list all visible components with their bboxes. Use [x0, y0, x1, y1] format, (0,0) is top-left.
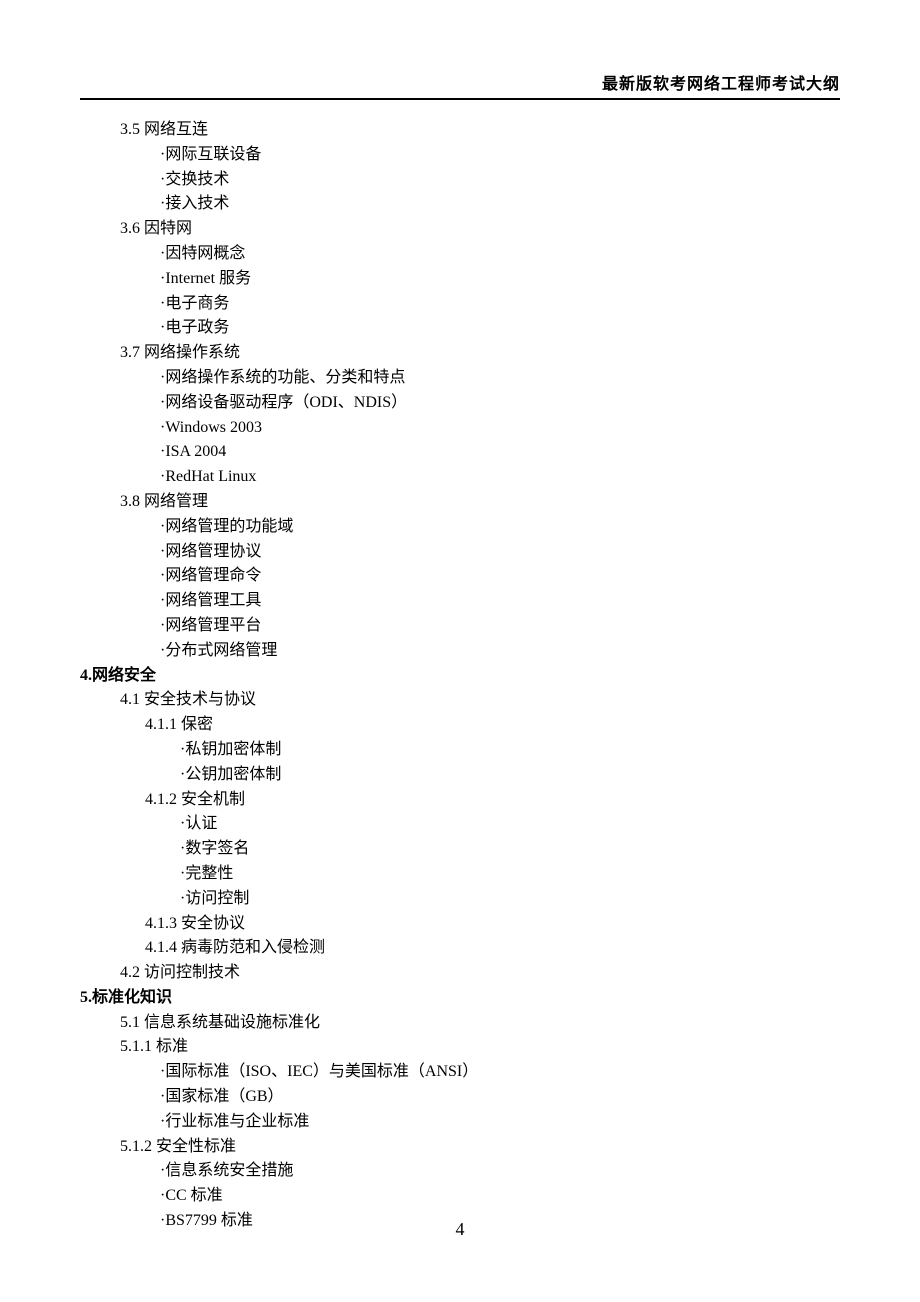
- outline-line: ·网络管理协议: [80, 540, 840, 565]
- outline-line: ·接入技术: [80, 192, 840, 217]
- outline-line: ·公钥加密体制: [80, 763, 840, 788]
- outline-line: 4.1.4 病毒防范和入侵检测: [80, 936, 840, 961]
- outline-line: ·分布式网络管理: [80, 639, 840, 664]
- outline-line: ·Windows 2003: [80, 416, 840, 441]
- outline-line: ·网络管理命令: [80, 564, 840, 589]
- outline-line: 4.1.1 保密: [80, 713, 840, 738]
- outline-line: ·网络管理的功能域: [80, 515, 840, 540]
- outline-line: ·Internet 服务: [80, 267, 840, 292]
- page-header-title: 最新版软考网络工程师考试大纲: [80, 70, 840, 100]
- outline-line: 5.1.1 标准: [80, 1035, 840, 1060]
- outline-line: ·RedHat Linux: [80, 465, 840, 490]
- page-number: 4: [0, 1219, 920, 1240]
- outline-content: 3.5 网络互连·网际互联设备·交换技术·接入技术3.6 因特网·因特网概念·I…: [80, 118, 840, 1234]
- document-page: 最新版软考网络工程师考试大纲 3.5 网络互连·网际互联设备·交换技术·接入技术…: [0, 0, 920, 1274]
- outline-line: ·国家标准（GB）: [80, 1085, 840, 1110]
- outline-line: ·电子商务: [80, 292, 840, 317]
- outline-line: 4.1.2 安全机制: [80, 788, 840, 813]
- outline-line: 5.1 信息系统基础设施标准化: [80, 1011, 840, 1036]
- outline-line: ·CC 标准: [80, 1184, 840, 1209]
- outline-line: 5.1.2 安全性标准: [80, 1135, 840, 1160]
- outline-line: ·访问控制: [80, 887, 840, 912]
- outline-line: ·认证: [80, 812, 840, 837]
- outline-line: 4.1 安全技术与协议: [80, 688, 840, 713]
- outline-line: ·数字签名: [80, 837, 840, 862]
- outline-line: 3.5 网络互连: [80, 118, 840, 143]
- outline-line: ·因特网概念: [80, 242, 840, 267]
- outline-line: ·ISA 2004: [80, 440, 840, 465]
- outline-line: ·行业标准与企业标准: [80, 1110, 840, 1135]
- outline-line: ·网际互联设备: [80, 143, 840, 168]
- outline-line: 4.2 访问控制技术: [80, 961, 840, 986]
- outline-line: ·网络操作系统的功能、分类和特点: [80, 366, 840, 391]
- outline-line: ·完整性: [80, 862, 840, 887]
- outline-line: 3.7 网络操作系统: [80, 341, 840, 366]
- outline-line: 4.1.3 安全协议: [80, 912, 840, 937]
- outline-line: ·网络管理工具: [80, 589, 840, 614]
- outline-line: ·电子政务: [80, 316, 840, 341]
- outline-line: 5.标准化知识: [80, 986, 840, 1011]
- outline-line: ·信息系统安全措施: [80, 1159, 840, 1184]
- outline-line: ·网络设备驱动程序（ODI、NDIS）: [80, 391, 840, 416]
- outline-line: ·交换技术: [80, 168, 840, 193]
- outline-line: 4.网络安全: [80, 664, 840, 689]
- outline-line: ·私钥加密体制: [80, 738, 840, 763]
- outline-line: 3.8 网络管理: [80, 490, 840, 515]
- outline-line: 3.6 因特网: [80, 217, 840, 242]
- outline-line: ·国际标准（ISO、IEC）与美国标准（ANSI）: [80, 1060, 840, 1085]
- outline-line: ·网络管理平台: [80, 614, 840, 639]
